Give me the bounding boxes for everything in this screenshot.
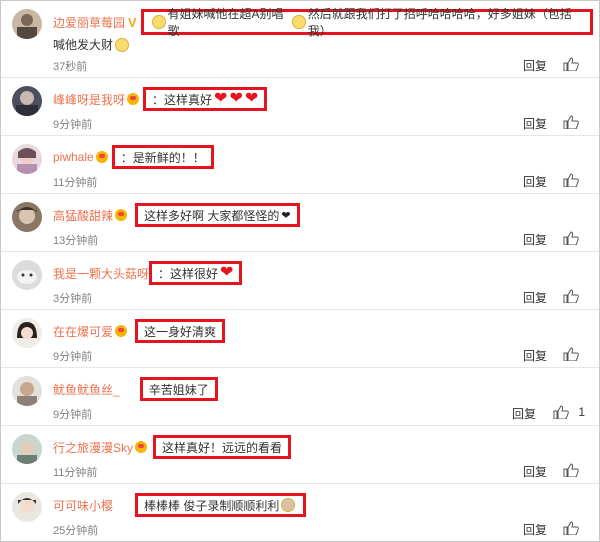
- highlighted-comment-text: 这一身好清爽: [135, 319, 226, 343]
- comment-text: 辛苦姐妹了: [148, 382, 209, 397]
- avatar[interactable]: [12, 202, 42, 232]
- reply-button[interactable]: 回复: [523, 173, 547, 190]
- comment-text: 这一身好清爽: [144, 324, 217, 339]
- member-badge-icon: [115, 209, 128, 221]
- member-badge-icon: [115, 325, 128, 337]
- avatar[interactable]: [12, 318, 42, 348]
- emoji-icon: [115, 37, 130, 52]
- comment-row: 高猛酸甜辣 这样多好啊 大家都怪怪的 ❤ 13分钟前 回复: [1, 194, 599, 252]
- comment-text: 这样多好啊 大家都怪怪的: [144, 208, 280, 223]
- highlighted-comment-text: 有姐妹喊他在超A别唱歌 然后就跟我们打了招呼哈哈哈哈，好多姐妹（包括我）: [141, 7, 593, 38]
- highlighted-comment-text: 棒棒棒 俊子录制顺顺利利: [135, 493, 307, 517]
- comment-row: 鱿鱼鱿鱼丝_ 辛苦姐妹了 9分钟前 回复 1: [1, 368, 599, 426]
- thumbs-up-icon[interactable]: [563, 463, 579, 477]
- username[interactable]: 高猛酸甜辣: [53, 207, 113, 224]
- member-badge-icon: [127, 93, 140, 105]
- comment-row: 我是一颗大头菇呀 ：这样很好 ❤ 3分钟前 回复: [1, 252, 599, 310]
- reply-button[interactable]: 回复: [523, 521, 547, 538]
- timestamp: 9分钟前: [53, 409, 93, 421]
- reply-button[interactable]: 回复: [523, 289, 547, 306]
- comment-text: ：是新鲜的！！: [120, 150, 205, 165]
- reply-button[interactable]: 回复: [523, 347, 547, 364]
- red-heart-icon: ❤: [229, 90, 243, 107]
- reply-button[interactable]: 回复: [523, 57, 547, 74]
- comment-row: piwhale ：是新鲜的！！ 11分钟前 回复: [1, 136, 599, 194]
- timestamp: 11分钟前: [53, 467, 98, 479]
- avatar[interactable]: [12, 492, 42, 522]
- thumbs-up-icon[interactable]: [563, 347, 579, 361]
- username[interactable]: 在在爆可爱: [53, 323, 113, 340]
- comment-row: 在在爆可爱 这一身好清爽 9分钟前 回复: [1, 310, 599, 368]
- comment-text: ：这样真好: [152, 92, 213, 107]
- like-count: 1: [578, 405, 585, 419]
- username[interactable]: 我是一颗大头菇呀: [53, 265, 149, 282]
- highlighted-comment-text: 这样真好！远远的看看: [153, 435, 292, 459]
- comment-list: 边爱丽草莓园 V 有姐妹喊他在超A别唱歌 然后就跟我们打了招呼哈哈哈哈，好多姐妹…: [0, 0, 600, 542]
- emoji-icon: [292, 15, 306, 29]
- comment-row: 行之旅漫漫Sky 这样真好！远远的看看 11分钟前 回复: [1, 426, 599, 484]
- timestamp: 13分钟前: [53, 235, 99, 247]
- reply-button[interactable]: 回复: [523, 463, 547, 480]
- username[interactable]: 鱿鱼鱿鱼丝_: [53, 381, 120, 398]
- username[interactable]: 边爱丽草莓园: [53, 14, 125, 31]
- timestamp: 3分钟前: [53, 293, 93, 305]
- verified-icon: V: [128, 14, 137, 30]
- avatar[interactable]: [12, 9, 42, 39]
- comment-text: ：这样很好: [158, 266, 219, 281]
- highlighted-comment-text: ：是新鲜的！！: [111, 145, 214, 169]
- avatar[interactable]: [12, 260, 42, 290]
- red-heart-icon: ❤: [244, 90, 259, 107]
- red-heart-icon: ❤: [214, 90, 228, 107]
- emoji-icon: [281, 498, 296, 512]
- timestamp: 25分钟前: [53, 525, 99, 537]
- highlighted-comment-text: ：这样很好 ❤: [149, 261, 243, 285]
- thumbs-up-icon[interactable]: [563, 231, 579, 245]
- comment-text: 这样真好！远远的看看: [162, 440, 283, 455]
- member-badge-icon: [95, 151, 108, 163]
- comment-row: 边爱丽草莓园 V 有姐妹喊他在超A别唱歌 然后就跟我们打了招呼哈哈哈哈，好多姐妹…: [1, 1, 599, 78]
- highlighted-comment-text: 这样多好啊 大家都怪怪的 ❤: [135, 203, 300, 227]
- thumbs-up-icon[interactable]: [563, 521, 579, 535]
- comment-row: 可可味小樱 棒棒棒 俊子录制顺顺利利 25分钟前 回复: [1, 484, 599, 542]
- thumbs-up-icon[interactable]: [563, 289, 579, 303]
- comment-text-line2: 喊他发大财: [53, 38, 114, 52]
- black-heart-icon: ❤: [281, 209, 291, 222]
- reply-button[interactable]: 回复: [523, 231, 547, 248]
- avatar[interactable]: [12, 86, 42, 116]
- timestamp: 37秒前: [53, 61, 88, 73]
- username[interactable]: 可可味小樱: [53, 497, 113, 514]
- member-badge-icon: [135, 441, 148, 453]
- emoji-icon: [152, 15, 166, 29]
- username[interactable]: piwhale: [53, 150, 94, 164]
- avatar[interactable]: [12, 434, 42, 464]
- thumbs-up-icon[interactable]: [563, 57, 579, 71]
- thumbs-up-icon[interactable]: [563, 115, 579, 129]
- timestamp: 11分钟前: [53, 177, 98, 189]
- username[interactable]: 峰峰呀是我呀: [53, 91, 125, 108]
- avatar[interactable]: [12, 376, 42, 406]
- comment-text-continued: 然后就跟我们打了招呼哈哈哈哈，好多姐妹（包括我）: [307, 7, 572, 38]
- timestamp: 9分钟前: [53, 119, 93, 131]
- comment-text: 有姐妹喊他在超A别唱歌: [167, 7, 284, 38]
- reply-button[interactable]: 回复: [523, 115, 547, 132]
- username[interactable]: 行之旅漫漫Sky: [53, 439, 133, 456]
- highlighted-comment-text: 辛苦姐妹了: [139, 377, 218, 401]
- comment-row: 峰峰呀是我呀 ：这样真好 ❤ ❤ ❤ 9分钟前 回复: [1, 78, 599, 136]
- reply-button[interactable]: 回复: [512, 405, 536, 422]
- avatar[interactable]: [12, 144, 42, 174]
- comment-text: 棒棒棒 俊子录制顺顺利利: [144, 498, 280, 513]
- thumbs-up-icon[interactable]: [553, 405, 569, 419]
- timestamp: 9分钟前: [53, 351, 93, 363]
- thumbs-up-icon[interactable]: [563, 173, 579, 187]
- highlighted-comment-text: ：这样真好 ❤ ❤ ❤: [143, 87, 268, 111]
- red-heart-icon: ❤: [220, 264, 234, 281]
